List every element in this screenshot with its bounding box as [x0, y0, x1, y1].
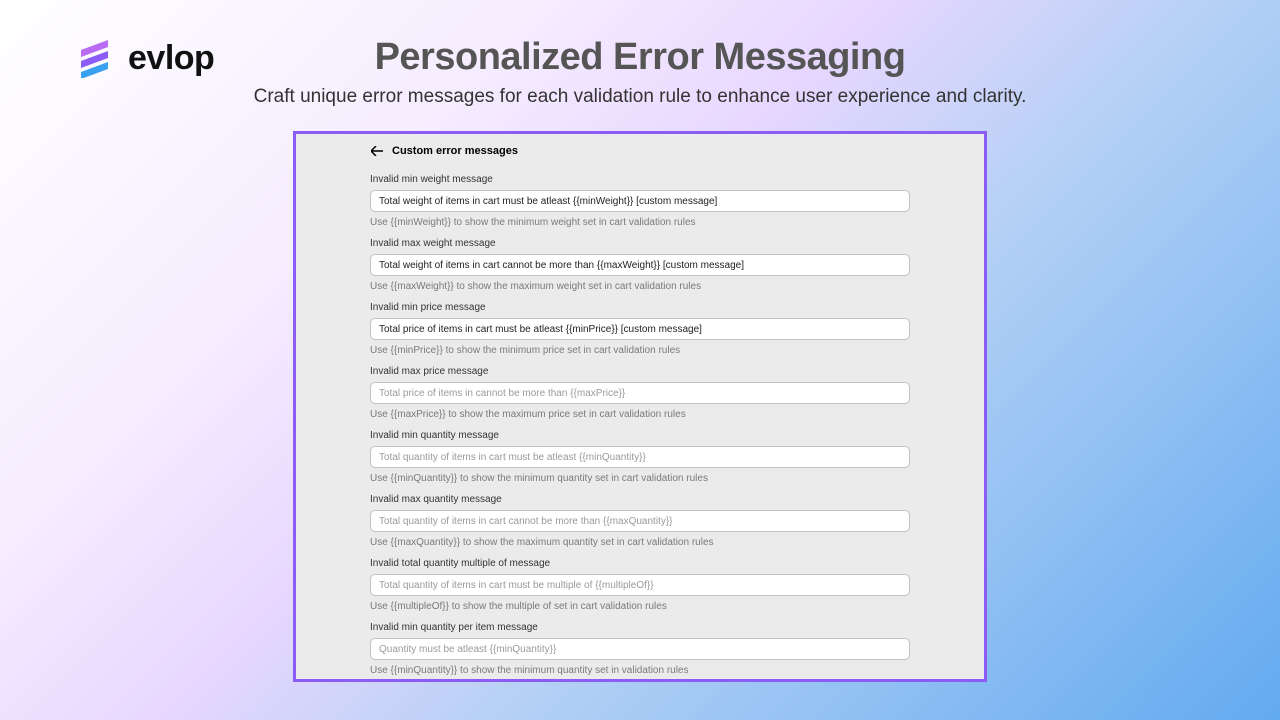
field-label: Invalid min quantity message	[370, 430, 910, 441]
field-group: Invalid min price message Use {{minPrice}…	[370, 302, 910, 356]
panel-title: Custom error messages	[392, 145, 518, 157]
back-arrow-icon[interactable]	[370, 144, 384, 158]
field-group: Invalid total quantity multiple of messa…	[370, 558, 910, 612]
message-input[interactable]	[370, 446, 910, 468]
message-input[interactable]	[370, 510, 910, 532]
field-help: Use {{minQuantity}} to show the minimum …	[370, 473, 910, 484]
field-help: Use {{minPrice}} to show the minimum pri…	[370, 345, 910, 356]
field-help: Use {{maxWeight}} to show the maximum we…	[370, 281, 910, 292]
field-help: Use {{minQuantity}} to show the minimum …	[370, 665, 910, 676]
field-label: Invalid max quantity message	[370, 494, 910, 505]
field-label: Invalid min weight message	[370, 174, 910, 185]
message-input[interactable]	[370, 318, 910, 340]
page-subtitle: Craft unique error messages for each val…	[0, 86, 1280, 108]
field-group: Invalid max quantity message Use {{maxQua…	[370, 494, 910, 548]
field-group: Invalid max price message Use {{maxPrice}…	[370, 366, 910, 420]
field-help: Use {{maxPrice}} to show the maximum pri…	[370, 409, 910, 420]
field-help: Use {{minWeight}} to show the minimum we…	[370, 217, 910, 228]
message-input[interactable]	[370, 190, 910, 212]
settings-panel: Custom error messages Invalid min weight…	[293, 131, 987, 682]
message-input[interactable]	[370, 382, 910, 404]
message-input[interactable]	[370, 638, 910, 660]
field-label: Invalid max price message	[370, 366, 910, 377]
form-body: Invalid min weight message Use {{minWeigh…	[296, 174, 984, 682]
field-group: Invalid min quantity per item message Use…	[370, 622, 910, 676]
field-help: Use {{multipleOf}} to show the multiple …	[370, 601, 910, 612]
page-title: Personalized Error Messaging	[0, 36, 1280, 79]
field-group: Invalid max weight message Use {{maxWeigh…	[370, 238, 910, 292]
field-label: Invalid min quantity per item message	[370, 622, 910, 633]
viewport: evlop Personalized Error Messaging Craft…	[0, 0, 1280, 720]
message-input[interactable]	[370, 254, 910, 276]
field-label: Invalid max weight message	[370, 238, 910, 249]
field-group: Invalid min weight message Use {{minWeigh…	[370, 174, 910, 228]
field-group: Invalid min quantity message Use {{minQua…	[370, 430, 910, 484]
field-help: Use {{maxQuantity}} to show the maximum …	[370, 537, 910, 548]
panel-header: Custom error messages	[296, 144, 984, 164]
field-label: Invalid total quantity multiple of messa…	[370, 558, 910, 569]
field-label: Invalid min price message	[370, 302, 910, 313]
message-input[interactable]	[370, 574, 910, 596]
